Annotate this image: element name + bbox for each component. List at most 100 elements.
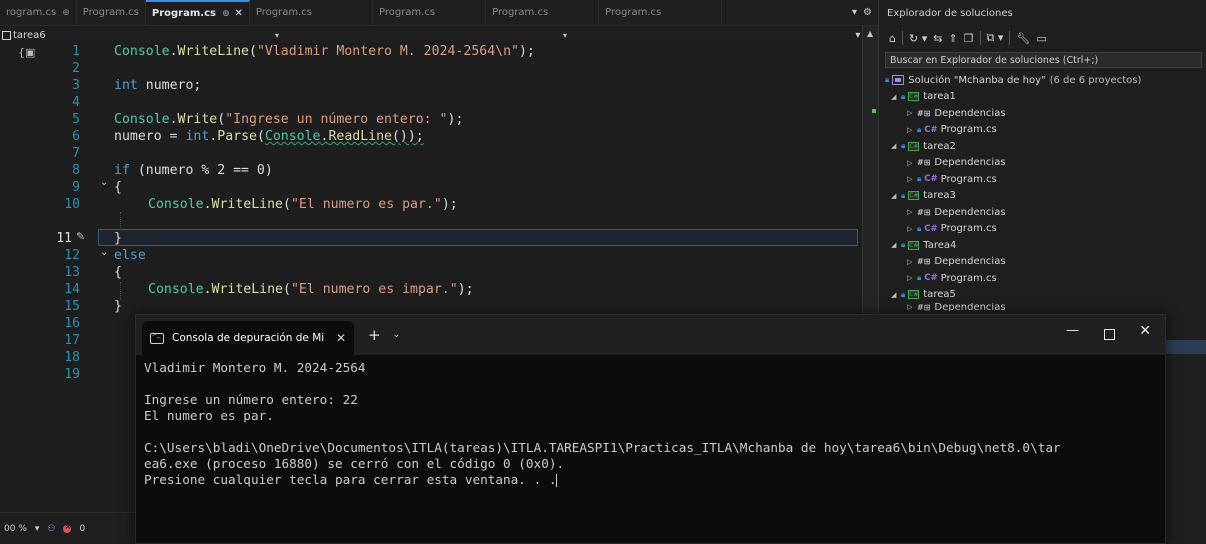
collapsed-icon[interactable]: ▷ (907, 175, 917, 183)
history-icon[interactable]: ↻ ▾ (909, 32, 927, 45)
current-line-highlight (98, 229, 858, 246)
code-line: Console.WriteLine("Vladimir Montero M. 2… (114, 44, 535, 59)
lock-icon: 🔒︎ (901, 141, 906, 151)
collapsed-icon[interactable]: ▷ (907, 225, 917, 233)
tree-dependencies[interactable]: ▷ #⊞ Dependencias (879, 204, 1206, 221)
collapsed-icon[interactable]: ▷ (907, 303, 917, 311)
tree-project[interactable]: ◢ 🔒︎ C# tarea1 (879, 89, 1206, 106)
lock-icon: 🔒︎ (917, 124, 922, 134)
scroll-up-icon[interactable]: ▲ (867, 29, 873, 38)
project-selector[interactable]: tarea6 (13, 30, 46, 41)
collapse-icon[interactable]: ⌄ (100, 177, 108, 188)
minimize-button[interactable]: — (1066, 323, 1079, 338)
line-number: 9 (72, 180, 80, 195)
new-tab-icon[interactable]: + (368, 326, 381, 344)
editor-tab-active[interactable]: Program.cs ⊕ ✕ (145, 0, 250, 25)
collapsed-icon[interactable]: ▷ (907, 258, 917, 266)
tree-project[interactable]: ◢ 🔒︎ C# tarea5 (879, 287, 1206, 304)
tree-project[interactable]: ◢ 🔒︎ C# Tarea4 (879, 237, 1206, 254)
editor-tab[interactable]: rogram.cs ⊕ (0, 0, 77, 25)
file-name: Program.cs (940, 272, 997, 284)
dependencies-label: Dependencias (934, 107, 1006, 119)
tree-dependencies[interactable]: ▷ #⊞ Dependencias (879, 254, 1206, 271)
code-line: else (114, 248, 146, 263)
expanded-icon[interactable]: ◢ (891, 142, 901, 150)
close-icon[interactable]: ✕ (235, 8, 243, 19)
csharp-project-icon: C# (908, 141, 920, 151)
collapsed-icon[interactable]: ▷ (907, 274, 917, 282)
expanded-icon[interactable]: ◢ (891, 291, 901, 299)
toolbar-separator (979, 31, 981, 45)
gear-icon[interactable]: ⚙ (863, 7, 872, 18)
collapse-all-icon[interactable]: ⇑ (948, 32, 957, 45)
tree-file[interactable]: ▷ 🔒︎ C# Program.cs (879, 221, 1206, 238)
collapsed-icon[interactable]: ▷ (907, 109, 917, 117)
console-line: El numero es par. (144, 408, 274, 423)
editor-tab[interactable]: Program.cs (250, 0, 373, 25)
expanded-icon[interactable]: ◢ (891, 192, 901, 200)
debug-console-window[interactable]: Consola de depuración de Mi ✕ + ⌄ — ✕ Vl… (135, 314, 1166, 544)
copilot-icon[interactable]: ⚇ (47, 524, 55, 534)
console-tab-title: Consola de depuración de Mi (172, 332, 325, 344)
chevron-down-icon[interactable]: ▾ (35, 524, 40, 534)
collapsed-icon[interactable]: ▷ (907, 208, 917, 216)
zoom-level[interactable]: 00 % (4, 524, 27, 534)
sync-icon[interactable]: ⇆ (933, 32, 942, 45)
editor-tab[interactable]: Program.cs (77, 0, 146, 25)
status-bar: 00 % ▾ ⚇ 0 (0, 512, 135, 544)
project-name: tarea3 (923, 190, 956, 202)
tree-dependencies[interactable]: ▷ #⊞ Dependencias (879, 303, 1206, 311)
tree-solution[interactable]: 🔒︎ Solución "Mchanba de hoy" (6 de 6 pro… (879, 72, 1206, 89)
collapse-icon[interactable]: ⌄ (100, 247, 108, 258)
console-tab[interactable]: Consola de depuración de Mi ✕ (142, 321, 354, 355)
tab-list-dropdown-icon[interactable]: ▾ (852, 7, 857, 18)
chevron-down-icon[interactable]: ▾ (563, 31, 567, 40)
expanded-icon[interactable]: ◢ (891, 93, 901, 101)
tree-project[interactable]: ◢ 🔒︎ C# tarea2 (879, 138, 1206, 155)
console-output[interactable]: Vladimir Montero M. 2024-2564​Ingrese un… (136, 355, 1165, 488)
tree-file[interactable]: ▷ 🔒︎ C# Program.cs (879, 270, 1206, 287)
console-line: Presione cualquier tecla para cerrar est… (144, 472, 557, 487)
collapsed-icon[interactable]: ▷ (907, 159, 917, 167)
project-name: tarea5 (923, 289, 956, 301)
project-count: (6 de 6 proyectos) (1049, 74, 1142, 86)
editor-tab[interactable]: Program.cs (373, 0, 487, 25)
show-all-files-icon[interactable]: ❐ (964, 32, 974, 45)
home-icon[interactable]: ⌂ (889, 32, 896, 45)
csharp-project-icon: C# (908, 240, 920, 250)
filter-icon[interactable]: ⧉ ▾ (987, 31, 1004, 45)
indent-guide (120, 212, 121, 230)
pin-icon[interactable]: ⊕ (62, 8, 70, 18)
lock-icon: 🔒︎ (917, 273, 922, 283)
console-titlebar[interactable]: Consola de depuración de Mi ✕ + ⌄ — ✕ (136, 315, 1165, 355)
chevron-down-icon[interactable]: ⌄ (393, 330, 401, 340)
maximize-button[interactable] (1104, 329, 1115, 340)
code-line: int numero; (114, 78, 202, 93)
wrench-icon[interactable]: 🔧︎ (1016, 32, 1030, 45)
close-icon[interactable]: ✕ (336, 331, 346, 345)
code-map-icon: {▣ (18, 46, 36, 59)
lock-icon: 🔒︎ (901, 91, 906, 101)
collapsed-icon[interactable]: ▷ (907, 126, 917, 134)
navigation-bar: tarea6 ▾ ▾ ▾ ✚ (0, 27, 878, 43)
preview-icon[interactable]: ▭ (1036, 32, 1046, 45)
solution-explorer-toolbar: ⌂ ↻ ▾ ⇆ ⇑ ❐ ⧉ ▾ 🔧︎ ▭ (879, 26, 1206, 50)
pin-icon[interactable]: ⊕ (222, 9, 230, 19)
tree-file[interactable]: ▷ 🔒︎ C# Program.cs (879, 122, 1206, 139)
editor-tab[interactable]: Program.cs (486, 0, 600, 25)
expanded-icon[interactable]: ◢ (891, 241, 901, 249)
close-window-button[interactable]: ✕ (1139, 323, 1151, 339)
search-input[interactable]: Buscar en Explorador de soluciones (Ctrl… (885, 52, 1202, 68)
error-icon[interactable] (63, 522, 72, 533)
file-name: Program.cs (940, 124, 997, 136)
error-count[interactable]: 0 (79, 524, 85, 534)
tree-file[interactable]: ▷ 🔒︎ C# Program.cs (879, 171, 1206, 188)
tree-project[interactable]: ◢ 🔒︎ C# tarea3 (879, 188, 1206, 205)
project-name: tarea1 (923, 91, 956, 103)
tree-dependencies[interactable]: ▷ #⊞ Dependencias (879, 155, 1206, 172)
csharp-file-icon: C# (924, 273, 938, 284)
panel-title: Explorador de soluciones (887, 7, 1013, 19)
editor-tab[interactable]: Program.cs (599, 0, 723, 25)
tree-dependencies[interactable]: ▷ #⊞ Dependencias (879, 105, 1206, 122)
chevron-down-icon[interactable]: ▾ (275, 31, 279, 40)
